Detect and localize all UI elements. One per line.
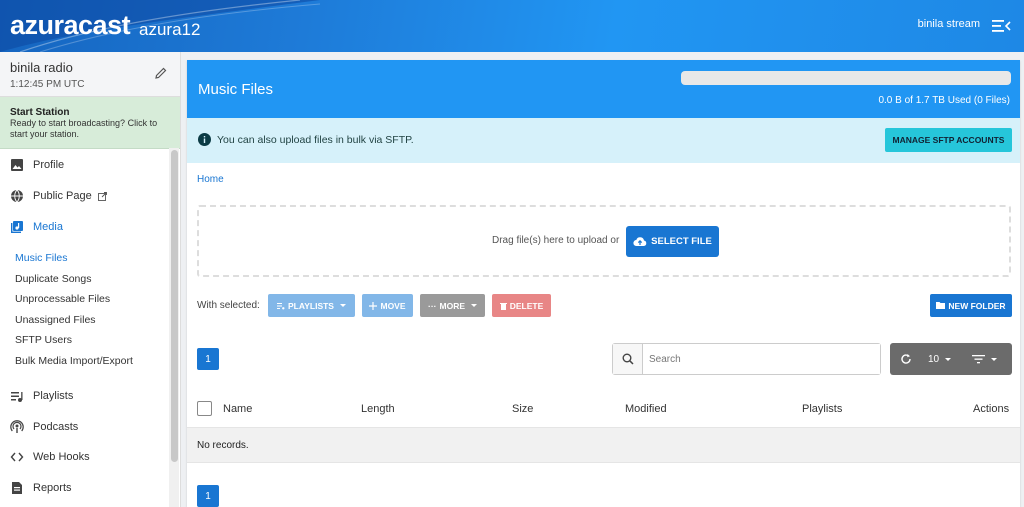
more-button-label: MORE: [439, 300, 466, 311]
top-bar: azuracast azura12 binila stream: [0, 0, 1024, 52]
music-files-card: Music Files 0.0 B of 1.7 TB Used (0 File…: [187, 60, 1020, 507]
breadcrumb-home[interactable]: Home: [197, 174, 224, 185]
report-icon: [12, 482, 22, 494]
select-all-checkbox[interactable]: [197, 401, 212, 416]
cloud-upload-icon: [633, 237, 647, 247]
refresh-icon[interactable]: [900, 343, 912, 375]
select-file-label: SELECT FILE: [651, 236, 712, 247]
sftp-info-text: You can also upload files in bulk via SF…: [217, 134, 414, 146]
sidebar: binila radio 1:12:45 PM UTC Start Statio…: [0, 52, 181, 507]
start-station-title: Start Station: [10, 107, 70, 118]
playlist-icon: [11, 392, 23, 402]
more-dropdown-button[interactable]: ··· MORE: [420, 294, 485, 317]
new-folder-button[interactable]: NEW FOLDER: [930, 294, 1012, 317]
playlists-dropdown-button[interactable]: PLAYLISTS: [268, 294, 355, 317]
delete-button[interactable]: DELETE: [492, 294, 551, 317]
station-time: 1:12:45 PM UTC: [10, 79, 85, 90]
pagination-page-bottom[interactable]: 1: [197, 485, 219, 507]
search-icon[interactable]: [613, 344, 643, 374]
with-selected-label: With selected:: [197, 300, 260, 311]
select-file-button[interactable]: SELECT FILE: [626, 226, 719, 257]
station-card: binila radio 1:12:45 PM UTC: [0, 52, 180, 97]
column-header-size[interactable]: Size: [512, 403, 533, 415]
chevron-down-icon: [945, 357, 952, 361]
sidebar-item-web-hooks[interactable]: Web Hooks: [10, 447, 90, 467]
brand-logo[interactable]: azuracast: [10, 10, 131, 41]
user-menu[interactable]: binila stream: [918, 18, 980, 30]
external-link-icon: [97, 191, 107, 201]
dropzone-text: Drag file(s) here to upload or: [492, 235, 620, 246]
sidebar-scrollbar-thumb[interactable]: [171, 150, 178, 462]
per-page-value: 10: [928, 353, 940, 365]
trash-icon: [499, 302, 507, 310]
column-filter-dropdown[interactable]: [972, 343, 997, 375]
playlist-icon: [277, 302, 285, 309]
sidebar-subitem-sftp-users[interactable]: SFTP Users: [15, 334, 72, 346]
sidebar-subitem-unassigned-files[interactable]: Unassigned Files: [15, 314, 96, 326]
sidebar-item-playlists[interactable]: Playlists: [10, 386, 73, 406]
chevron-down-icon: [339, 304, 346, 307]
globe-icon: [11, 189, 23, 203]
start-station-card[interactable]: Start Station Ready to start broadcastin…: [0, 97, 180, 149]
sidebar-subitem-unprocessable-files[interactable]: Unprocessable Files: [15, 293, 110, 305]
sidebar-item-public-page[interactable]: Public Page: [10, 186, 107, 206]
move-button[interactable]: MOVE: [362, 294, 413, 317]
station-name: binila radio: [10, 60, 73, 75]
no-records-text: No records.: [197, 440, 249, 451]
sidebar-subitem-bulk-media[interactable]: Bulk Media Import/Export: [15, 355, 133, 367]
sidebar-item-label: Playlists: [33, 390, 74, 402]
music-library-icon: [11, 221, 23, 233]
folder-icon: [936, 302, 946, 309]
column-header-name[interactable]: Name: [223, 403, 252, 415]
storage-quota-bar: [681, 71, 1011, 85]
sidebar-item-label: Media: [33, 221, 63, 233]
per-page-select[interactable]: 10: [928, 343, 952, 375]
sidebar-item-label: Reports: [33, 482, 72, 494]
delete-button-label: DELETE: [509, 300, 544, 311]
chevron-down-icon: [991, 357, 997, 361]
search-input[interactable]: [643, 344, 880, 374]
sidebar-item-label: Profile: [33, 159, 65, 171]
empty-table-row: No records.: [187, 427, 1020, 463]
sidebar-subitem-music-files[interactable]: Music Files: [15, 252, 68, 264]
dots-icon: ···: [428, 300, 437, 311]
sidebar-item-profile[interactable]: Profile: [10, 155, 64, 175]
sidebar-item-podcasts[interactable]: Podcasts: [10, 417, 78, 437]
column-header-length[interactable]: Length: [361, 403, 395, 415]
sidebar-item-label: Web Hooks: [33, 451, 90, 463]
table-tools-group: 10: [890, 343, 1012, 375]
sidebar-item-media[interactable]: Media: [10, 217, 63, 237]
table-header: Name Length Size Modified Playlists Acti…: [187, 393, 1020, 426]
sidebar-item-label: Podcasts: [33, 421, 79, 433]
move-button-label: MOVE: [380, 300, 406, 311]
menu-collapse-icon[interactable]: [990, 15, 1012, 37]
playlists-button-label: PLAYLISTS: [288, 300, 334, 311]
pencil-icon[interactable]: [154, 66, 168, 80]
column-header-playlists[interactable]: Playlists: [802, 403, 842, 415]
sidebar-subitem-duplicate-songs[interactable]: Duplicate Songs: [15, 273, 91, 285]
code-icon: [10, 452, 24, 462]
upload-dropzone[interactable]: Drag file(s) here to upload or SELECT FI…: [197, 205, 1011, 277]
manage-sftp-accounts-button[interactable]: MANAGE SFTP ACCOUNTS: [885, 128, 1012, 152]
instance-name: azura12: [139, 20, 201, 39]
page-title: Music Files: [198, 81, 274, 98]
filter-icon: [972, 355, 985, 364]
storage-quota-text: 0.0 B of 1.7 TB Used (0 Files): [878, 95, 1010, 106]
column-header-actions: Actions: [973, 403, 1010, 415]
new-folder-label: NEW FOLDER: [948, 300, 1006, 311]
podcast-icon: [10, 420, 24, 433]
move-icon: [369, 301, 378, 310]
sidebar-item-label: Public Page: [33, 190, 92, 202]
pagination-page-top[interactable]: 1: [197, 348, 219, 370]
chevron-down-icon: [471, 304, 477, 307]
start-station-desc: Ready to start broadcasting? Click to st…: [10, 118, 158, 139]
sidebar-item-reports[interactable]: Reports: [10, 478, 72, 498]
search-box: [612, 343, 881, 375]
info-icon: [198, 133, 211, 146]
card-header: Music Files 0.0 B of 1.7 TB Used (0 File…: [187, 60, 1020, 118]
column-header-modified[interactable]: Modified: [625, 403, 667, 415]
image-icon: [11, 159, 23, 171]
